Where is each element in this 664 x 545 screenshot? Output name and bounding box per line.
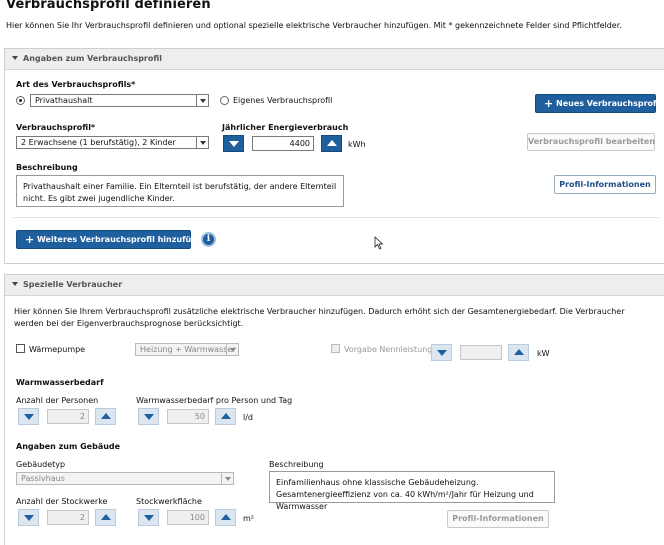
water-increment-button[interactable]	[215, 408, 236, 425]
description-label: Beschreibung	[16, 163, 78, 172]
heatpump-checkbox[interactable]	[16, 344, 25, 353]
building-info-button[interactable]: Profil-Informationen	[447, 510, 549, 528]
profile-panel-title: Angaben zum Verbrauchsprofil	[23, 54, 163, 63]
chevron-down-icon	[196, 137, 208, 148]
collapse-arrow-icon	[12, 282, 18, 286]
energy-unit: kWh	[348, 140, 366, 149]
profile-select-value: 2 Erwachsene (1 berufstätig), 2 Kinder	[21, 138, 176, 147]
household-select[interactable]: Privathaushalt	[30, 94, 209, 107]
building-type-select-value: Passivhaus	[21, 474, 65, 483]
building-heading: Angaben zum Gebäude	[16, 442, 121, 451]
building-type-label: Gebäudetyp	[16, 460, 66, 469]
info-icon[interactable]: i	[201, 232, 216, 247]
power-input[interactable]	[460, 345, 502, 360]
radio-own-profile[interactable]	[220, 96, 229, 105]
floors-label: Anzahl der Stockwerke	[16, 497, 108, 506]
heatpump-select[interactable]: Heizung + Warmwasser	[135, 343, 239, 356]
persons-label: Anzahl der Personen	[16, 396, 99, 405]
hot-water-heading: Warmwasserbedarf	[16, 378, 104, 387]
building-type-select[interactable]: Passivhaus	[16, 472, 234, 485]
add-profile-button-label: Weiteres Verbrauchsprofil hinzufügen	[37, 235, 209, 244]
radio-household[interactable]	[16, 96, 25, 105]
edit-profile-button[interactable]: Verbrauchsprofil bearbeiten	[527, 133, 655, 151]
profile-label: Verbrauchsprofil*	[16, 123, 96, 132]
heatpump-select-value: Heizung + Warmwasser	[140, 345, 236, 354]
power-increment-button[interactable]	[508, 344, 529, 361]
new-profile-button[interactable]: + Neues Verbrauchsprofil	[535, 94, 662, 113]
page-title: Verbrauchsprofil definieren	[6, 0, 211, 12]
consumers-panel: Spezielle Verbraucher Hier können Sie Ih…	[4, 274, 664, 545]
new-profile-button-label: Neues Verbrauchsprofil	[556, 99, 662, 108]
floor-area-increment-button[interactable]	[215, 509, 236, 526]
floors-increment-button[interactable]	[95, 509, 116, 526]
floors-decrement-button[interactable]	[18, 509, 39, 526]
energy-label: Jährlicher Energieverbrauch	[222, 123, 349, 132]
floors-input[interactable]: 2	[47, 510, 89, 525]
persons-increment-button[interactable]	[95, 408, 116, 425]
floor-area-unit: m²	[243, 514, 254, 523]
energy-decrement-button[interactable]	[223, 135, 244, 152]
water-per-person-label: Warmwasserbedarf pro Person und Tag	[136, 396, 293, 405]
chevron-down-icon	[196, 95, 208, 106]
floor-area-label: Stockwerkfläche	[136, 497, 202, 506]
nominal-power-checkbox[interactable]	[331, 344, 340, 353]
floor-area-input[interactable]: 100	[167, 510, 209, 525]
add-profile-button[interactable]: + Weiteres Verbrauchsprofil hinzufügen	[16, 230, 208, 249]
profile-panel: Angaben zum Verbrauchsprofil Art des Ver…	[4, 48, 664, 264]
nominal-power-label: Vorgabe Nennleistung	[344, 345, 433, 354]
profile-panel-header[interactable]: Angaben zum Verbrauchsprofil	[5, 49, 664, 70]
chevron-down-icon	[226, 344, 238, 355]
chevron-down-icon	[221, 473, 233, 484]
persons-input[interactable]: 2	[47, 409, 89, 424]
power-unit: kW	[537, 349, 550, 358]
energy-increment-button[interactable]	[321, 135, 342, 152]
water-unit: l/d	[243, 413, 253, 422]
heatpump-label: Wärmepumpe	[29, 345, 86, 354]
floor-area-decrement-button[interactable]	[138, 509, 159, 526]
divider	[13, 217, 659, 218]
page-intro: Hier können Sie Ihr Verbrauchsprofil def…	[6, 21, 622, 30]
own-profile-label: Eigenes Verbrauchsprofil	[233, 96, 333, 105]
description-text: Privathaushalt einer Familie. Ein Eltern…	[16, 175, 344, 207]
profile-info-button[interactable]: Profil-Informationen	[554, 175, 656, 194]
consumers-intro: Hier können Sie Ihrem Verbrauchsprofil z…	[14, 307, 625, 328]
building-desc-label: Beschreibung	[269, 460, 324, 469]
plus-icon: +	[544, 97, 554, 110]
profile-type-label: Art des Verbrauchsprofils*	[16, 80, 136, 89]
water-input[interactable]: 50	[167, 409, 209, 424]
household-select-value: Privathaushalt	[35, 96, 93, 105]
persons-decrement-button[interactable]	[18, 408, 39, 425]
plus-icon: +	[25, 233, 35, 246]
power-decrement-button[interactable]	[431, 344, 452, 361]
energy-input[interactable]: 4400	[252, 136, 314, 151]
consumers-panel-title: Spezielle Verbraucher	[23, 280, 123, 289]
consumers-panel-header[interactable]: Spezielle Verbraucher	[5, 275, 664, 296]
profile-select[interactable]: 2 Erwachsene (1 berufstätig), 2 Kinder	[16, 136, 209, 149]
building-desc-text: Einfamilienhaus ohne klassische Gebäudeh…	[269, 471, 555, 511]
water-decrement-button[interactable]	[138, 408, 159, 425]
collapse-arrow-icon	[12, 56, 18, 60]
mouse-cursor-icon	[374, 236, 384, 250]
